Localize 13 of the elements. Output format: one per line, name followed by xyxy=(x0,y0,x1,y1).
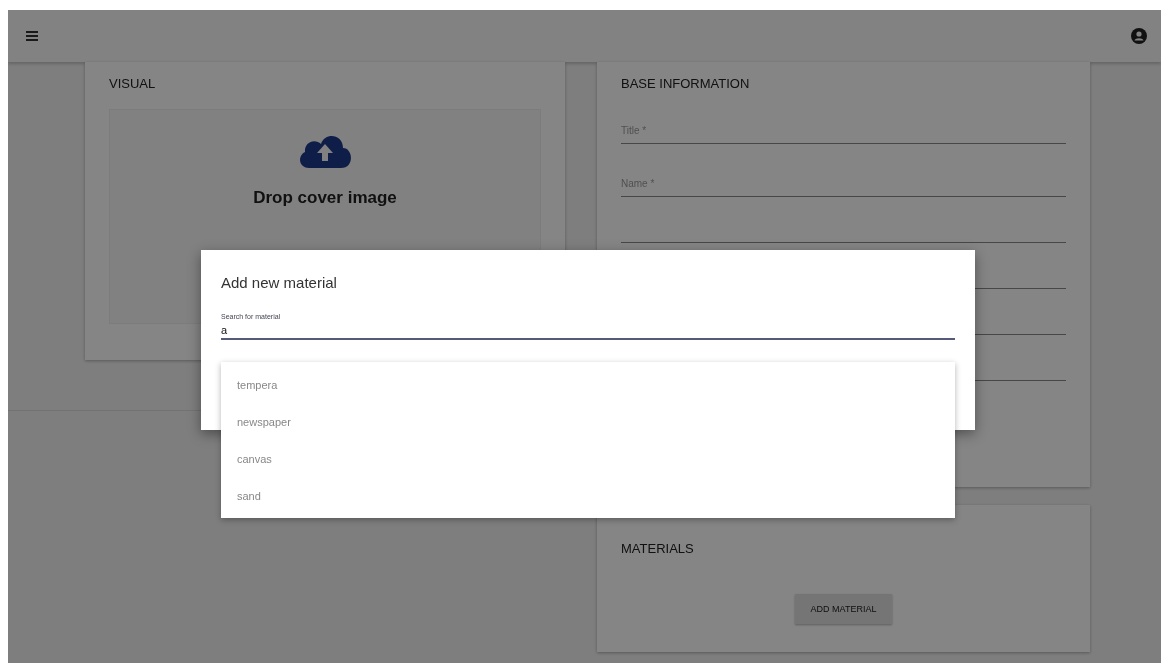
account-icon[interactable] xyxy=(1131,28,1147,44)
menu-option[interactable]: newspaper xyxy=(221,403,955,440)
add-material-button[interactable]: ADD MATERIAL xyxy=(794,594,893,624)
drop-label: Drop cover image xyxy=(253,188,397,208)
menu-icon[interactable] xyxy=(26,31,38,41)
menu-option[interactable]: canvas xyxy=(221,440,955,477)
search-field[interactable]: a xyxy=(221,320,955,340)
menu-option[interactable]: tempera xyxy=(221,366,955,403)
card-title: VISUAL xyxy=(109,76,157,91)
menu-option[interactable]: sand xyxy=(221,477,955,514)
dialog-title: Add new material xyxy=(221,274,338,291)
card-title: MATERIALS xyxy=(621,541,695,556)
card-title: BASE INFORMATION xyxy=(621,76,751,91)
